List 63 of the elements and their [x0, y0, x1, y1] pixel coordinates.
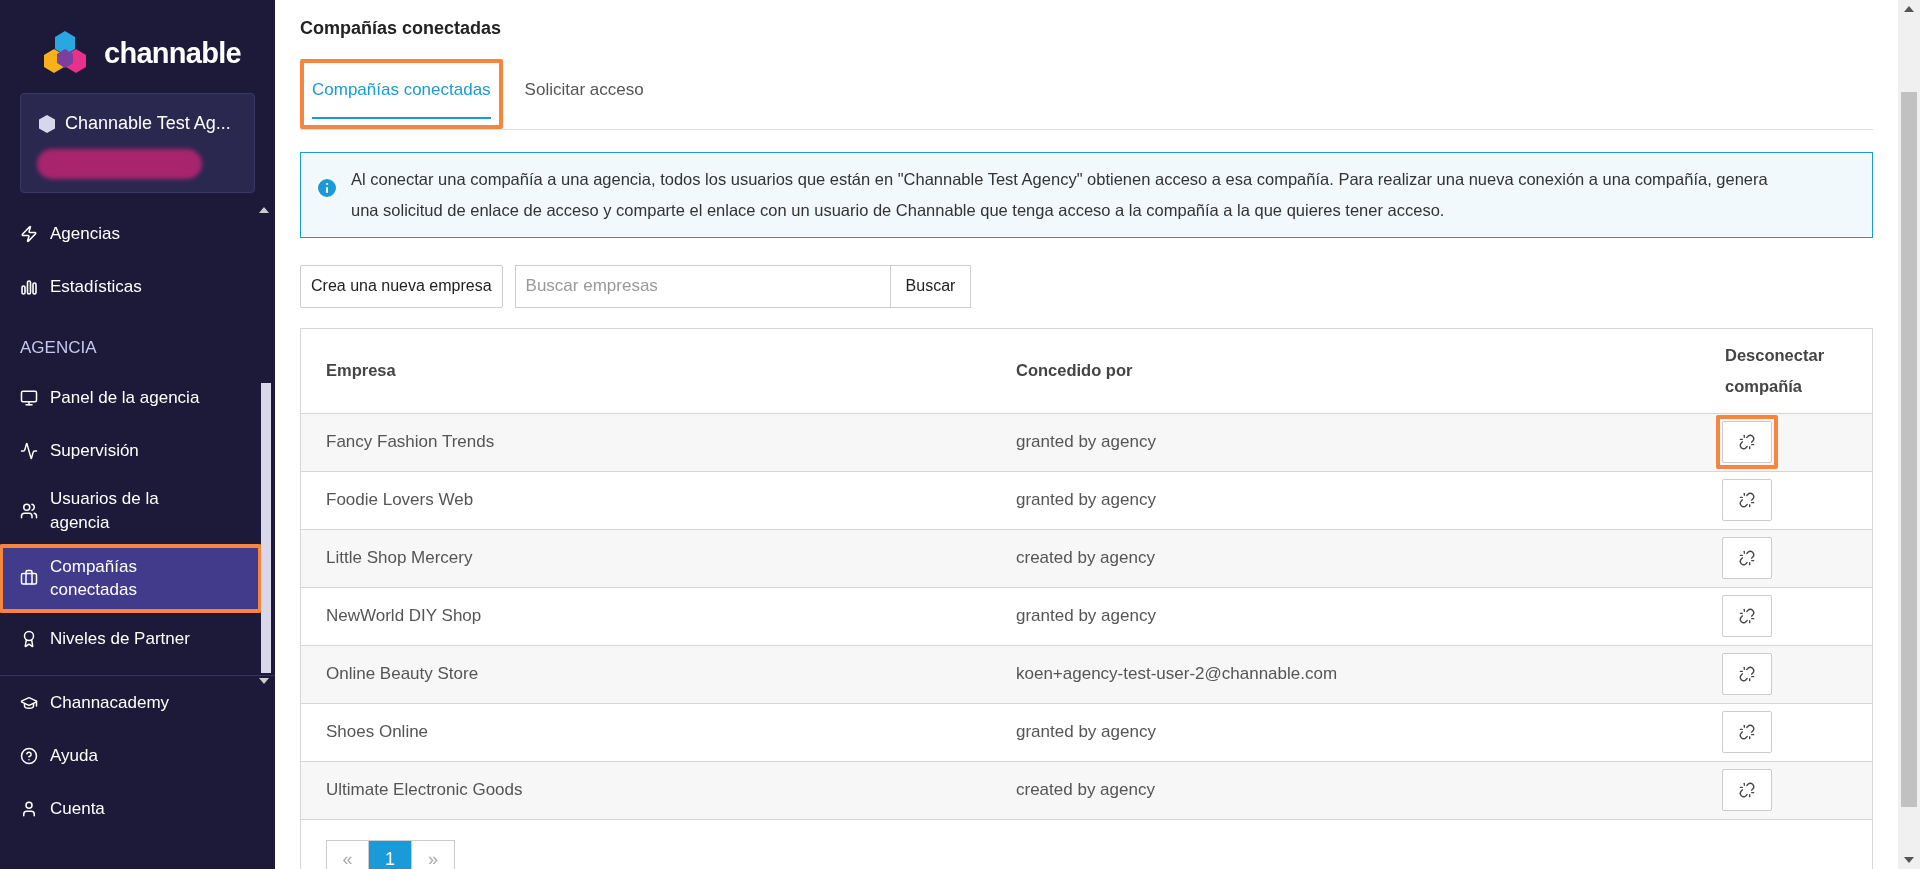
unlink-button[interactable]: [1722, 711, 1772, 753]
page-title: Compañías conectadas: [300, 17, 502, 40]
column-header: Desconectar compañía: [1724, 344, 1826, 397]
unlink-icon: [1739, 492, 1755, 508]
unlink-icon: [1739, 782, 1755, 798]
search-button[interactable]: Buscar: [890, 264, 972, 308]
unlink-icon: [1739, 724, 1755, 740]
nav-item[interactable]: Agencias: [0, 207, 261, 260]
section-heading: AGENCIA: [19, 337, 98, 360]
nav-item[interactable]: Panel de la agencia: [0, 371, 261, 424]
unlink-button[interactable]: [1722, 479, 1772, 521]
pulse-icon: [20, 441, 38, 460]
table-cell-text: granted by agency: [1015, 605, 1157, 628]
nav-item[interactable]: Ayuda: [0, 729, 275, 783]
info-icon: [315, 175, 339, 200]
nav-item[interactable]: Cuenta: [0, 782, 275, 836]
unlink-icon: [1739, 608, 1755, 624]
unlink-button[interactable]: [1722, 421, 1772, 463]
help-icon: [20, 746, 38, 765]
briefcase-icon: [20, 569, 38, 588]
column-header: Concedido por: [1015, 360, 1134, 382]
create-company-button[interactable]: Crea una nueva empresa: [300, 264, 503, 308]
scroll-down-icon: [259, 678, 269, 684]
unlink-button[interactable]: [1722, 537, 1772, 579]
nav-item[interactable]: Niveles de Partner: [0, 612, 261, 666]
unlink-icon: [1739, 434, 1755, 450]
table-cell-text: created by agency: [1015, 779, 1156, 802]
table-cell-text: granted by agency: [1015, 489, 1157, 512]
table-cell-text: Little Shop Mercery: [325, 547, 474, 570]
search-field[interactable]: Buscar empresas: [514, 264, 891, 308]
table-cell-text: Fancy Fashion Trends: [325, 431, 496, 454]
table-cell-text: koen+agency-test-user-2@channable.com: [1015, 663, 1339, 686]
unlink-button[interactable]: [1722, 769, 1772, 811]
scroll-up-icon: [259, 207, 269, 213]
table-cell-text: Shoes Online: [325, 721, 430, 744]
monitor-icon: [20, 388, 38, 407]
nav-item[interactable]: Estadísticas: [0, 260, 261, 313]
account-name: Channable Test Ag...: [65, 112, 231, 135]
unlink-button[interactable]: [1722, 653, 1772, 695]
info-text: Al conectar una compañía a una agencia, todos los usuarios que están en "Channable Test Agency" obtienen acceso a esa compañía. Para realizar una nueva conexión a una compañía, genera una solicitud de enlace de acceso y comparte el enlace con un usuario de Channable que tenga acceso a la compañía a la que quieres tener acceso.: [351, 168, 1769, 221]
tab[interactable]: Solicitar acceso: [512, 59, 656, 129]
hexagon-icon: [37, 113, 57, 134]
nav-item[interactable]: Supervisión: [0, 424, 261, 477]
table-cell-text: Online Beauty Store: [325, 663, 480, 686]
account-card[interactable]: Channable Test Ag...: [20, 93, 255, 193]
nav-item[interactable]: Channacademy: [0, 676, 275, 730]
unlink-button[interactable]: [1722, 595, 1772, 637]
lightning-icon: [20, 224, 38, 243]
nav-item[interactable]: Usuarios de la agencia: [0, 477, 261, 545]
table-cell-text: granted by agency: [1015, 431, 1157, 454]
table-cell-text: Foodie Lovers Web: [325, 489, 475, 512]
nav-item[interactable]: Compañías conectadas: [0, 544, 261, 613]
users-icon: [20, 501, 38, 520]
brand-name: channable: [104, 36, 241, 72]
table-cell-text: NewWorld DIY Shop: [325, 605, 483, 628]
user-icon: [20, 799, 38, 818]
column-header: Empresa: [325, 360, 397, 382]
bar-chart-icon: [20, 277, 38, 296]
unlink-icon: [1739, 550, 1755, 566]
table-cell-text: created by agency: [1015, 547, 1156, 570]
table-cell-text: Ultimate Electronic Goods: [325, 779, 524, 802]
table-cell-text: granted by agency: [1015, 721, 1157, 744]
unlink-icon: [1739, 666, 1755, 682]
